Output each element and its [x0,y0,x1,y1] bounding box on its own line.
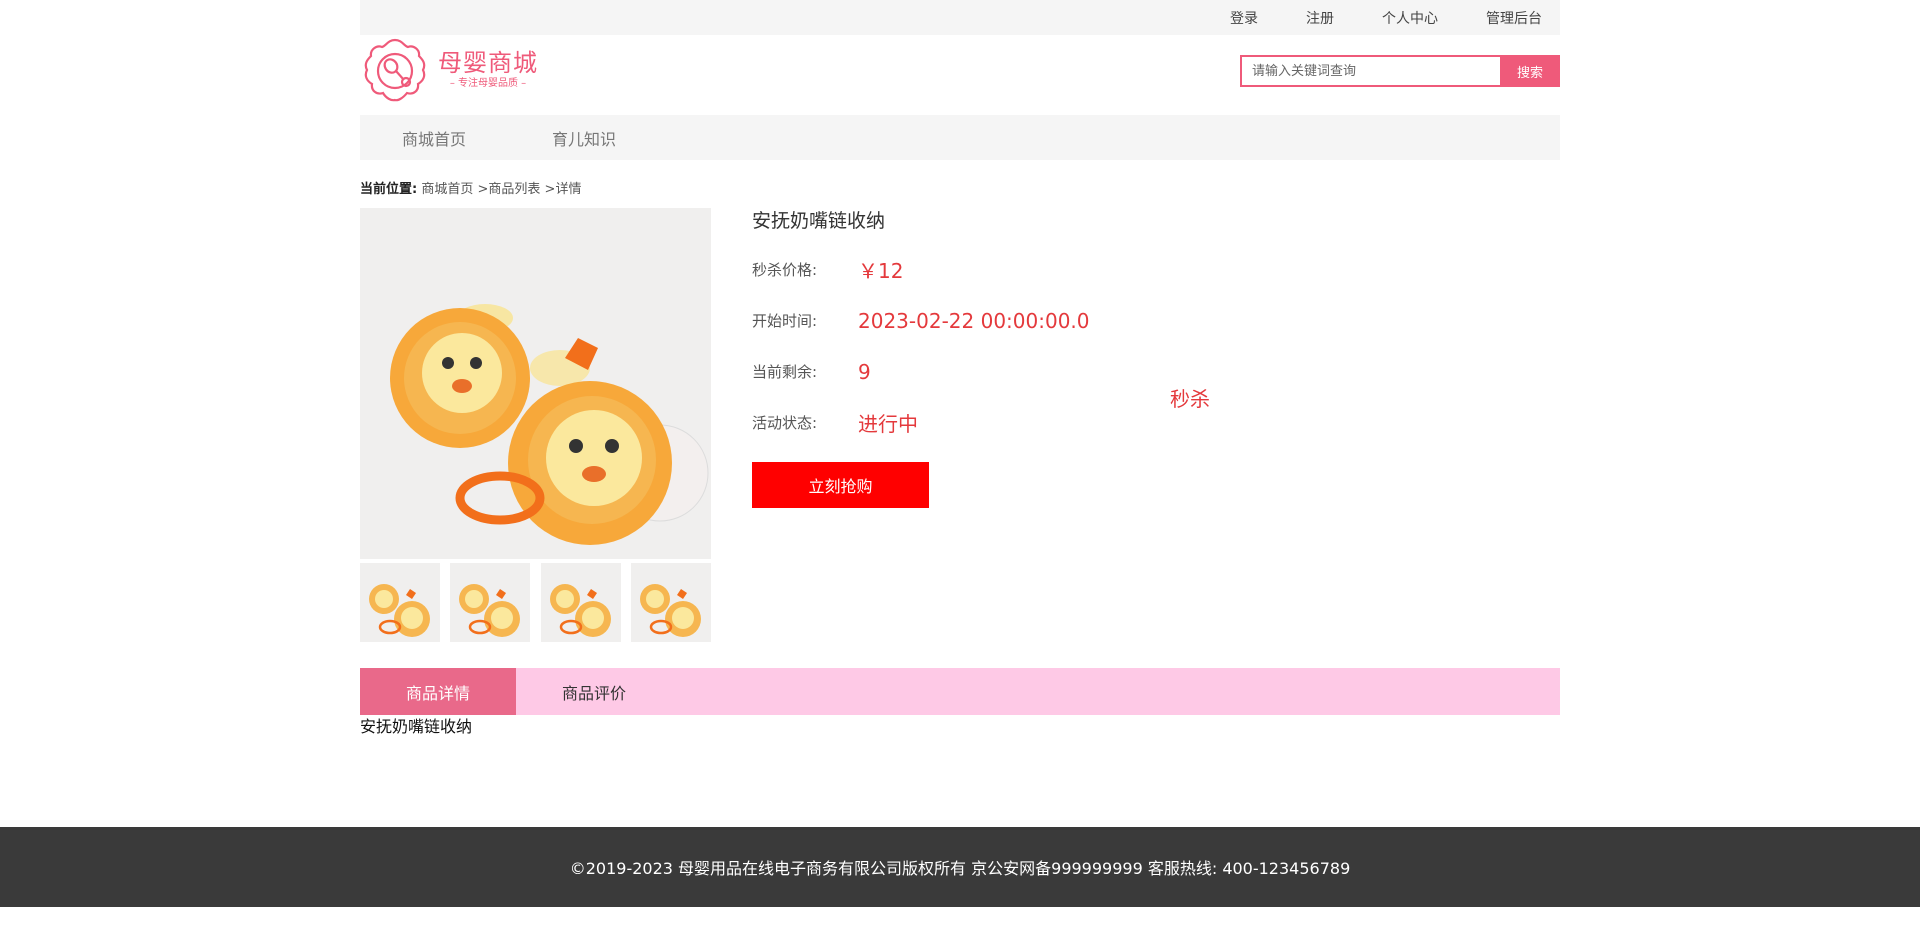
stock-row: 当前剩余: 9 [752,346,1352,397]
price-label: 秒杀价格: [752,261,818,279]
tab-product-reviews[interactable]: 商品评价 [516,668,672,715]
login-link[interactable]: 登录 [1230,8,1258,28]
logo-flower-icon [364,38,426,102]
status-label: 活动状态: [752,414,818,432]
start-time-value: 2023-02-22 00:00:00.0 [858,308,1090,333]
admin-link[interactable]: 管理后台 [1486,8,1542,28]
stock-value: 9 [858,359,871,384]
thumbnail-2[interactable] [450,563,531,642]
register-link[interactable]: 注册 [1306,8,1334,28]
logo-subtitle: – 专注母婴品质 – [449,78,527,89]
breadcrumb: 当前位置: 商城首页 >商品列表 >详情 [360,178,1560,197]
thumbnail-strip [360,563,711,642]
breadcrumb-list[interactable]: >商品列表 [478,182,541,197]
search-bar: 搜索 [1240,55,1560,87]
search-input[interactable] [1240,55,1500,87]
product-detail-text: 安抚奶嘴链收纳 [360,717,473,736]
status-row: 活动状态: 进行中 [752,397,1352,448]
nav-item-parenting[interactable]: 育儿知识 [552,126,616,150]
status-value: 进行中 [858,412,918,436]
thumbnail-3[interactable] [540,563,621,642]
start-time-label: 开始时间: [752,312,818,330]
header: 母婴商城 – 专注母婴品质 – 搜索 [360,35,1560,115]
logo[interactable]: 母婴商城 – 专注母婴品质 – [360,35,538,105]
breadcrumb-home[interactable]: 商城首页 [421,182,473,197]
detail-tabs: 商品详情 商品评价 [360,668,1560,715]
thumbnail-1[interactable] [360,563,440,642]
stock-label: 当前剩余: [752,363,818,381]
lion-pacifier-case-image [360,208,711,559]
top-bar: 登录 注册 个人中心 管理后台 [360,0,1560,35]
top-links: 登录 注册 个人中心 管理后台 [1182,0,1542,35]
product-title: 安抚奶嘴链收纳 [752,210,886,232]
start-time-row: 开始时间: 2023-02-22 00:00:00.0 [752,295,1352,346]
price-value: ￥12 [858,259,904,283]
footer-copyright: ©2019-2023 母婴用品在线电子商务有限公司版权所有 京公安网备99999… [569,859,1351,878]
price-row: 秒杀价格: ￥12 [752,244,1352,295]
breadcrumb-detail[interactable]: >详情 [545,182,582,197]
seckill-tag: 秒杀 [1170,387,1210,411]
product-info: 安抚奶嘴链收纳 秒杀价格: ￥12 开始时间: 2023-02-22 00:00… [752,208,1352,508]
breadcrumb-label: 当前位置: [360,182,418,197]
nav-item-home[interactable]: 商城首页 [402,126,466,150]
search-button[interactable]: 搜索 [1500,55,1560,87]
tab-product-detail[interactable]: 商品详情 [360,668,516,715]
product-main-image [360,208,711,559]
logo-text: 母婴商城 – 专注母婴品质 – [438,49,538,91]
logo-title: 母婴商城 [438,49,538,77]
main-nav: 商城首页 育儿知识 [360,115,1560,160]
footer: ©2019-2023 母婴用品在线电子商务有限公司版权所有 京公安网备99999… [0,827,1920,907]
thumbnail-4[interactable] [630,563,711,642]
user-center-link[interactable]: 个人中心 [1382,8,1438,28]
buy-now-button[interactable]: 立刻抢购 [752,462,929,508]
